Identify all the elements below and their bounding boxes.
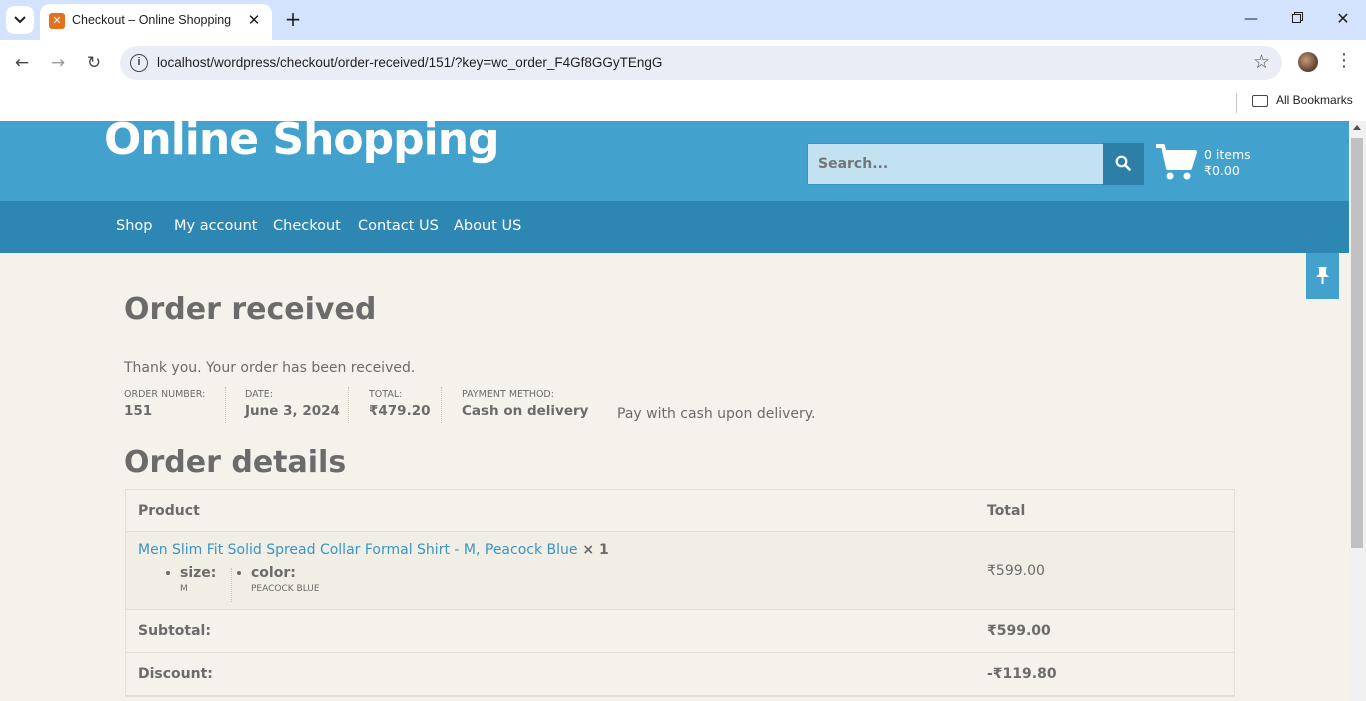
pin-icon: [1316, 267, 1329, 284]
table-row: Men Slim Fit Solid Spread Collar Formal …: [126, 532, 1234, 610]
column-header-total: Total: [987, 503, 1026, 519]
payment-method-label: PAYMENT METHOD:: [462, 389, 554, 400]
discount-label: Discount:: [138, 666, 213, 682]
site-header: Online Shopping: [0, 121, 1349, 201]
search-icon: [1115, 155, 1131, 171]
tab-title: Checkout – Online Shopping: [72, 13, 232, 27]
nav-item-shop[interactable]: Shop: [116, 218, 152, 234]
meta-key-size: size:: [180, 565, 217, 581]
product-link[interactable]: Men Slim Fit Solid Spread Collar Formal …: [138, 542, 578, 558]
table-header-row: Product Total: [126, 490, 1234, 532]
order-total-value: ₹479.20: [369, 403, 431, 419]
search-input[interactable]: [818, 156, 1088, 172]
search-box: [807, 143, 1104, 185]
site-title[interactable]: Online Shopping: [104, 121, 500, 165]
meta-divider: [231, 568, 232, 602]
payment-note: Pay with cash upon delivery.: [617, 406, 816, 422]
nav-item-my-account[interactable]: My account: [174, 218, 257, 234]
product-link-line: Men Slim Fit Solid Spread Collar Formal …: [138, 542, 609, 558]
browser-toolbar: ← → ↻ i localhost/wordpress/checkout/ord…: [0, 40, 1366, 86]
order-details-title: Order details: [124, 445, 347, 480]
nav-item-contact-us[interactable]: Contact US: [358, 218, 439, 234]
browser-menu-icon[interactable]: ⋮: [1334, 50, 1354, 71]
order-number-value: 151: [124, 403, 153, 419]
reload-icon[interactable]: ↻: [81, 50, 107, 76]
payment-method: PAYMENT METHOD: Cash on delivery: [462, 389, 588, 419]
close-tab-icon[interactable]: ✕: [244, 10, 264, 30]
profile-avatar[interactable]: [1298, 52, 1318, 72]
bookmark-star-icon[interactable]: ☆: [1253, 51, 1270, 73]
order-number: ORDER NUMBER: 151: [124, 389, 205, 419]
order-date-label: DATE:: [245, 389, 273, 400]
minimize-icon[interactable]: —: [1240, 8, 1262, 30]
subtotal-value: ₹599.00: [987, 623, 1051, 639]
bullet: [166, 571, 170, 575]
scroll-up-arrow-icon[interactable]: [1353, 125, 1361, 130]
folder-icon[interactable]: [1252, 95, 1268, 107]
scrollbar-thumb[interactable]: [1351, 138, 1363, 548]
cart-icon[interactable]: [1155, 143, 1197, 181]
item-total: ₹599.00: [987, 563, 1045, 579]
nav-item-about-us[interactable]: About US: [454, 218, 521, 234]
order-total: TOTAL: ₹479.20: [369, 389, 431, 419]
site-info-icon[interactable]: i: [130, 54, 148, 72]
bookmarks-divider: [1236, 93, 1237, 113]
order-details-table: Product Total Men Slim Fit Solid Spread …: [125, 489, 1235, 697]
cart-item-count[interactable]: 0 items: [1204, 147, 1251, 162]
bullet: [237, 571, 241, 575]
bookmarks-bar: All Bookmarks: [0, 86, 1366, 121]
order-number-label: ORDER NUMBER:: [124, 389, 206, 400]
all-bookmarks-link[interactable]: All Bookmarks: [1276, 93, 1353, 107]
meta-value-size: M: [180, 584, 188, 594]
cart-total[interactable]: ₹0.00: [1204, 163, 1240, 178]
product-quantity: × 1: [577, 542, 609, 558]
subtotal-label: Subtotal:: [138, 623, 211, 639]
url-text[interactable]: localhost/wordpress/checkout/order-recei…: [157, 55, 662, 70]
discount-value: -₹119.80: [987, 666, 1057, 682]
back-arrow-icon[interactable]: ←: [9, 50, 35, 76]
order-date: DATE: June 3, 2024: [245, 389, 340, 419]
discount-row: Discount: -₹119.80: [126, 653, 1234, 696]
search-button[interactable]: [1103, 143, 1144, 185]
pin-toggle-button[interactable]: [1306, 253, 1339, 299]
meta-value-color: PEACOCK BLUE: [251, 584, 320, 594]
tab-list-button[interactable]: [6, 6, 34, 34]
favicon-icon: ✕: [49, 13, 65, 29]
payment-method-value: Cash on delivery: [462, 403, 589, 419]
overview-divider: [225, 387, 226, 423]
overview-divider: [348, 387, 349, 423]
chevron-down-icon: [14, 16, 26, 24]
new-tab-icon[interactable]: +: [282, 8, 304, 30]
page-viewport: Online Shopping 0 items ₹0.00 Shop My ac…: [0, 121, 1366, 701]
order-date-value: June 3, 2024: [245, 403, 340, 419]
forward-arrow-icon[interactable]: →: [45, 50, 71, 76]
thank-you-message: Thank you. Your order has been received.: [124, 360, 416, 376]
nav-item-checkout[interactable]: Checkout: [273, 218, 341, 234]
address-bar[interactable]: i localhost/wordpress/checkout/order-rec…: [120, 46, 1282, 80]
order-total-label: TOTAL:: [369, 389, 403, 400]
restore-icon[interactable]: [1286, 8, 1308, 30]
browser-tabbar: ✕ Checkout – Online Shopping ✕ + — ✕: [0, 0, 1366, 40]
subtotal-row: Subtotal: ₹599.00: [126, 610, 1234, 653]
main-navigation: Shop My account Checkout Contact US Abou…: [0, 201, 1349, 253]
meta-key-color: color:: [251, 565, 296, 581]
browser-tab[interactable]: ✕ Checkout – Online Shopping ✕: [40, 4, 272, 40]
close-window-icon[interactable]: ✕: [1332, 8, 1354, 30]
column-header-product: Product: [138, 503, 200, 519]
page-scrollbar[interactable]: [1349, 121, 1366, 701]
page-title: Order received: [124, 292, 377, 327]
overview-divider: [441, 387, 442, 423]
